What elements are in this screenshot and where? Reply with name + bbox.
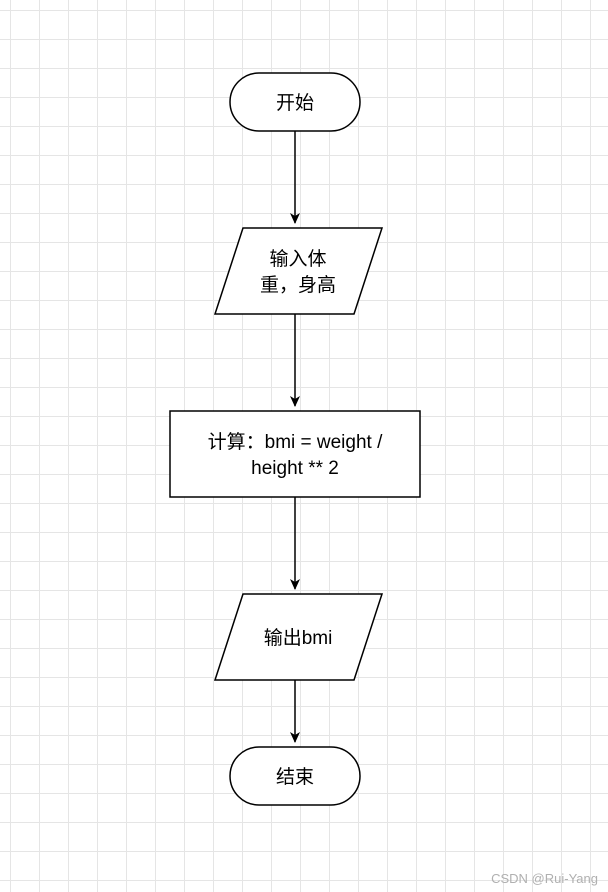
process-label-line1: 计算：bmi = weight / [208,431,383,453]
start-node: 开始 [230,73,360,131]
end-label: 结束 [276,766,314,788]
input-label-line2: 重，身高 [260,274,336,296]
output-node: 输出bmi [215,594,382,680]
input-node: 输入体 重，身高 [215,228,382,314]
flowchart-svg: 开始 输入体 重，身高 计算：bmi = weight / height ** … [0,0,608,892]
start-label: 开始 [276,92,314,114]
input-label-line1: 输入体 [269,248,326,270]
output-label: 输出bmi [264,627,333,649]
end-node: 结束 [230,747,360,805]
process-label-line2: height ** 2 [251,458,339,479]
watermark-text: CSDN @Rui-Yang [491,871,598,886]
process-node: 计算：bmi = weight / height ** 2 [170,411,420,497]
